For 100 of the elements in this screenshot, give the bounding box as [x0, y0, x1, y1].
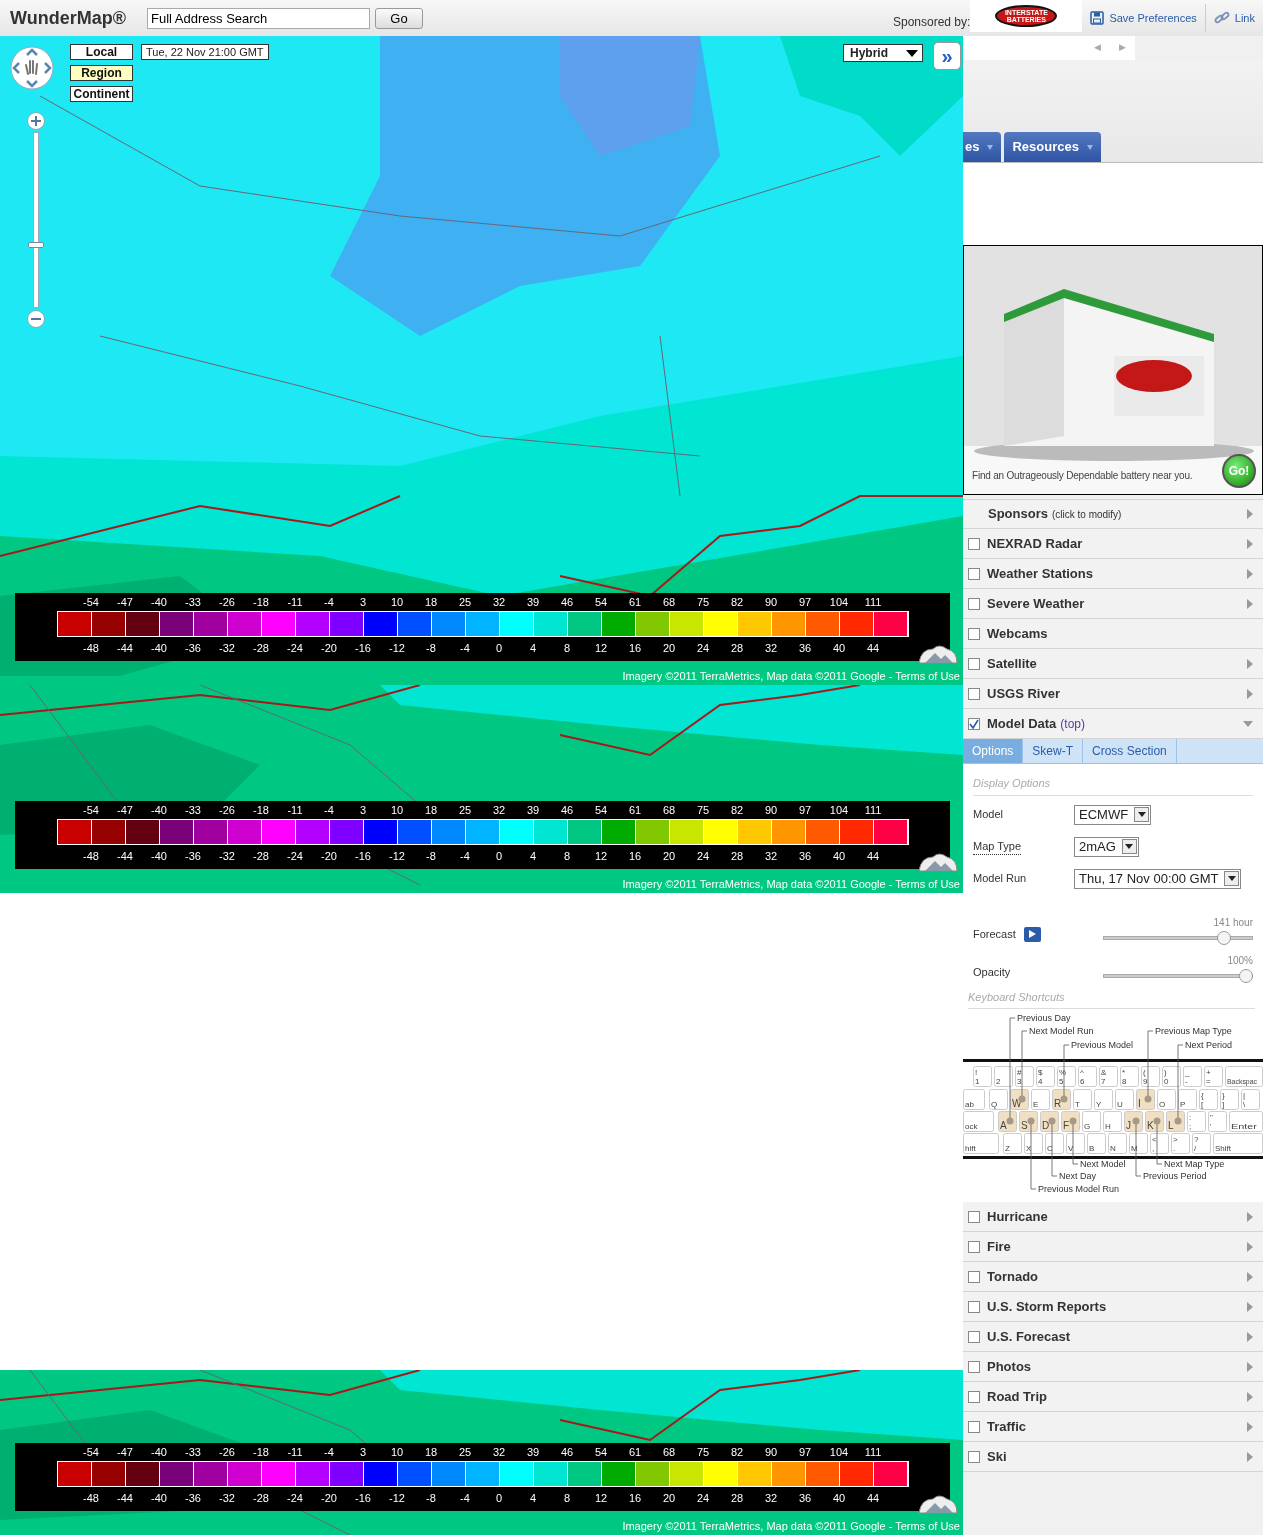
keyboard-key: P — [1178, 1089, 1197, 1110]
caret-right-icon[interactable] — [1247, 658, 1253, 669]
layer-label[interactable]: U.S. Forecast — [987, 1326, 1071, 1347]
caret-right-icon[interactable] — [1247, 1331, 1253, 1342]
layer-label[interactable]: Sponsors — [988, 504, 1048, 524]
layer-label[interactable]: Weather Stations — [987, 563, 1093, 584]
checkbox[interactable] — [968, 537, 980, 550]
caret-right-icon[interactable] — [1247, 509, 1253, 519]
layer-label[interactable]: U.S. Storm Reports — [987, 1296, 1107, 1317]
layer-label[interactable]: Tornado — [987, 1266, 1039, 1287]
layer-label[interactable]: Hurricane — [987, 1206, 1048, 1227]
layer-label[interactable]: Photos — [987, 1356, 1032, 1377]
select-field[interactable]: ECMWF — [1074, 804, 1152, 825]
checkbox[interactable] — [968, 1420, 980, 1433]
legend-label: 12 — [593, 849, 609, 864]
checkbox[interactable] — [968, 627, 980, 640]
legend-label: 4 — [528, 1491, 538, 1506]
checkbox[interactable] — [968, 1210, 980, 1223]
caret-right-icon[interactable] — [1247, 1301, 1253, 1312]
layer-label[interactable]: NEXRAD Radar — [987, 533, 1083, 554]
save-preferences-link[interactable]: Save Preferences — [1082, 9, 1205, 27]
legend-label: -4 — [459, 849, 471, 864]
legend-label: 111 — [863, 803, 883, 818]
layer-label[interactable]: Road Trip — [987, 1386, 1047, 1407]
slider[interactable] — [1103, 930, 1253, 945]
legend-label: -48 — [82, 1491, 100, 1506]
checkbox[interactable] — [968, 597, 980, 610]
keyboard-key: G — [1082, 1111, 1101, 1132]
select-field[interactable]: Thu, 17 Nov 00:00 GMT — [1074, 868, 1242, 889]
caret-right-icon[interactable] — [1247, 1421, 1253, 1432]
caret-right-icon[interactable] — [1247, 688, 1253, 699]
legend-label: 90 — [763, 1445, 779, 1460]
callout-label: Next Model Run — [1029, 1026, 1094, 1036]
legend-label: -24 — [286, 1491, 304, 1506]
legend-label: -54 — [82, 803, 100, 818]
legend-label: 104 — [828, 1445, 850, 1460]
slider-thumb[interactable] — [1217, 930, 1232, 945]
play-button[interactable] — [1023, 926, 1041, 942]
go-button[interactable]: Go — [375, 7, 423, 29]
keyboard-key: M — [1129, 1133, 1148, 1154]
legend-label: -16 — [354, 1491, 372, 1506]
keyboard-key: X — [1024, 1133, 1043, 1154]
keyboard-key: 0 ) — [1162, 1066, 1181, 1087]
slider[interactable] — [1103, 968, 1253, 983]
checkbox[interactable] — [968, 1240, 980, 1253]
tab[interactable]: Skew-T — [1023, 739, 1084, 763]
legend-label: 32 — [491, 1445, 507, 1460]
legend-label: -44 — [116, 849, 134, 864]
checkbox[interactable] — [968, 1270, 980, 1283]
legend-label: -8 — [425, 1491, 437, 1506]
keyboard-key: ' " — [1208, 1111, 1227, 1132]
caret-right-icon[interactable] — [1247, 538, 1253, 549]
slider-thumb[interactable] — [1239, 968, 1253, 983]
nav-tab[interactable]: Resources — [1004, 132, 1101, 162]
layer-label[interactable]: Model Data — [987, 713, 1057, 734]
checkbox[interactable] — [968, 1450, 980, 1463]
layer-label[interactable]: Fire — [987, 1236, 1011, 1257]
checkbox[interactable] — [968, 1360, 980, 1373]
callout-label: Previous Model — [1071, 1040, 1134, 1050]
legend-label: -54 — [82, 1445, 100, 1460]
caret-right-icon[interactable] — [1247, 1211, 1253, 1222]
legend-label: -44 — [116, 1491, 134, 1506]
layer-label[interactable]: Satellite — [987, 653, 1037, 674]
search-field[interactable]: Full Address Search — [147, 7, 370, 29]
checkbox[interactable] — [968, 1330, 980, 1343]
keyboard-key: ] } — [1220, 1089, 1239, 1110]
caret-right-icon[interactable] — [1247, 1361, 1253, 1372]
caret-right-icon[interactable] — [1247, 1451, 1253, 1462]
link[interactable]: Link — [1205, 9, 1263, 27]
section-heading: Display Options — [973, 775, 1253, 796]
legend-label: 46 — [559, 803, 575, 818]
layer-label[interactable]: USGS River — [987, 683, 1060, 704]
legend-label: 4 — [528, 849, 538, 864]
caret-right-icon[interactable] — [1247, 598, 1253, 609]
legend-label: 8 — [562, 1491, 572, 1506]
caret-right-icon[interactable] — [1247, 568, 1253, 579]
checkbox[interactable] — [968, 1390, 980, 1403]
legend-label: -48 — [82, 849, 100, 864]
legend-label: -40 — [150, 849, 168, 864]
layer-note: (click to modify) — [1051, 507, 1122, 522]
layer-label[interactable]: Severe Weather — [987, 593, 1085, 614]
layer-label[interactable]: Traffic — [987, 1416, 1026, 1437]
keyboard-key: 7 & — [1099, 1066, 1118, 1087]
select-field[interactable]: 2mAG — [1074, 836, 1139, 857]
checkbox[interactable] — [968, 687, 980, 700]
caret-right-icon[interactable] — [1247, 1391, 1253, 1402]
checkbox[interactable] — [968, 567, 980, 580]
layer-label[interactable]: Webcams — [987, 623, 1048, 644]
layer-label[interactable]: Ski — [987, 1446, 1007, 1467]
keyboard-key: C — [1045, 1133, 1064, 1154]
caret-right-icon[interactable] — [1247, 1271, 1253, 1282]
tab[interactable]: Cross Section — [1083, 739, 1177, 763]
caret-right-icon[interactable] — [1247, 1241, 1253, 1252]
checkbox[interactable] — [968, 657, 980, 670]
caret-down-icon[interactable] — [1243, 720, 1253, 727]
legend-label: 8 — [562, 849, 572, 864]
nav-tab[interactable]: es — [963, 132, 1002, 162]
checkbox[interactable] — [968, 1300, 980, 1313]
checkbox[interactable] — [968, 717, 980, 730]
legend-label: 36 — [797, 849, 813, 864]
